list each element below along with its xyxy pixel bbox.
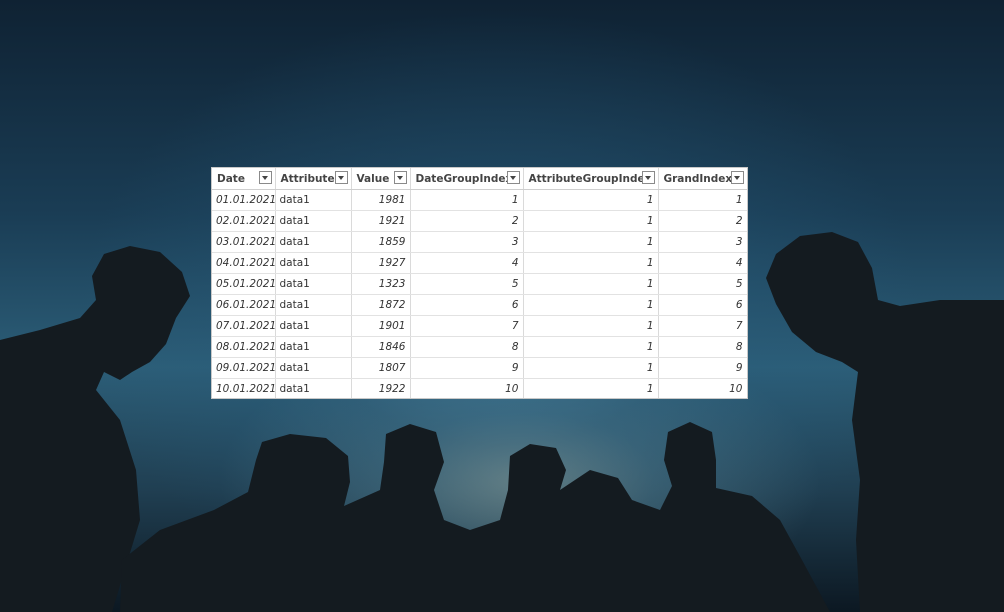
column-header-grandIndex[interactable]: GrandIndex [658, 168, 747, 190]
cell-date: 05.01.2021 [212, 273, 276, 295]
table-row[interactable]: 08.01.2021 data1 1846 8 1 8 [212, 336, 747, 358]
cell-dateGroupIndex: 6 [410, 294, 524, 316]
cell-grandIndex: 8 [658, 336, 747, 358]
cell-date: 09.01.2021 [212, 357, 276, 379]
column-header-label: Attribute [280, 172, 335, 185]
cell-attributeGroupIndex: 1 [523, 273, 659, 295]
cell-date: 06.01.2021 [212, 294, 276, 316]
table-row[interactable]: 04.01.2021 data1 1927 4 1 4 [212, 252, 747, 274]
cell-grandIndex: 4 [658, 252, 747, 274]
cell-date: 10.01.2021 [212, 378, 276, 398]
table-row[interactable]: 07.01.2021 data1 1901 7 1 7 [212, 315, 747, 337]
column-header-attributeGroupIndex[interactable]: AttributeGroupIndex [523, 168, 659, 190]
cell-date: 07.01.2021 [212, 315, 276, 337]
table-row[interactable]: 01.01.2021 data1 1981 1 1 1 [212, 189, 747, 211]
cell-attributeGroupIndex: 1 [523, 336, 659, 358]
data-table: Date Attribute Value DateGroupIndex Attribut… [212, 168, 747, 398]
table-row[interactable]: 05.01.2021 data1 1323 5 1 5 [212, 273, 747, 295]
cell-attribute: data1 [275, 336, 352, 358]
cell-value: 1901 [351, 315, 411, 337]
cell-attribute: data1 [275, 315, 352, 337]
silhouette-right-person [766, 232, 1004, 612]
header-row: Date Attribute Value DateGroupIndex Attribut… [212, 168, 747, 190]
cell-attribute: data1 [275, 189, 352, 211]
cell-grandIndex: 5 [658, 273, 747, 295]
cell-attribute: data1 [275, 294, 352, 316]
cell-value: 1323 [351, 273, 411, 295]
cell-attribute: data1 [275, 231, 352, 253]
cell-attributeGroupIndex: 1 [523, 189, 659, 211]
cell-dateGroupIndex: 9 [410, 357, 524, 379]
filter-dropdown-icon[interactable] [258, 171, 272, 184]
table-body: 01.01.2021 data1 1981 1 1 1 02.01.2021 data1 192… [212, 189, 747, 398]
column-header-value[interactable]: Value [351, 168, 411, 190]
cell-dateGroupIndex: 2 [410, 210, 524, 232]
cell-grandIndex: 7 [658, 315, 747, 337]
cell-attributeGroupIndex: 1 [523, 294, 659, 316]
cell-date: 04.01.2021 [212, 252, 276, 274]
cell-grandIndex: 9 [658, 357, 747, 379]
filter-dropdown-icon[interactable] [393, 171, 407, 184]
cell-date: 02.01.2021 [212, 210, 276, 232]
cell-value: 1981 [351, 189, 411, 211]
cell-value: 1846 [351, 336, 411, 358]
cell-dateGroupIndex: 5 [410, 273, 524, 295]
cell-dateGroupIndex: 7 [410, 315, 524, 337]
cell-attributeGroupIndex: 1 [523, 210, 659, 232]
filter-dropdown-icon[interactable] [730, 171, 744, 184]
filter-dropdown-icon[interactable] [334, 171, 348, 184]
column-header-label: AttributeGroupIndex [528, 172, 652, 185]
cell-value: 1921 [351, 210, 411, 232]
cell-grandIndex: 1 [658, 189, 747, 211]
column-header-label: Value [356, 172, 390, 185]
cell-value: 1927 [351, 252, 411, 274]
cell-attribute: data1 [275, 357, 352, 379]
filter-dropdown-icon[interactable] [506, 171, 520, 184]
cell-value: 1859 [351, 231, 411, 253]
cell-date: 08.01.2021 [212, 336, 276, 358]
table-row[interactable]: 09.01.2021 data1 1807 9 1 9 [212, 357, 747, 379]
table-row[interactable]: 03.01.2021 data1 1859 3 1 3 [212, 231, 747, 253]
filter-dropdown-icon[interactable] [641, 171, 655, 184]
cell-grandIndex: 10 [658, 378, 747, 398]
table-row[interactable]: 02.01.2021 data1 1921 2 1 2 [212, 210, 747, 232]
cell-dateGroupIndex: 8 [410, 336, 524, 358]
column-header-attribute[interactable]: Attribute [275, 168, 352, 190]
silhouette-middle-group [120, 422, 830, 612]
cell-attributeGroupIndex: 1 [523, 378, 659, 398]
column-header-date[interactable]: Date [212, 168, 276, 190]
column-header-label: Date [217, 172, 245, 185]
cell-attribute: data1 [275, 252, 352, 274]
cell-dateGroupIndex: 1 [410, 189, 524, 211]
cell-dateGroupIndex: 10 [410, 378, 524, 398]
column-header-dateGroupIndex[interactable]: DateGroupIndex [410, 168, 524, 190]
cell-date: 03.01.2021 [212, 231, 276, 253]
cell-attribute: data1 [275, 210, 352, 232]
cell-attributeGroupIndex: 1 [523, 252, 659, 274]
cell-value: 1872 [351, 294, 411, 316]
cell-grandIndex: 6 [658, 294, 747, 316]
cell-dateGroupIndex: 4 [410, 252, 524, 274]
cell-grandIndex: 3 [658, 231, 747, 253]
cell-dateGroupIndex: 3 [410, 231, 524, 253]
table-row[interactable]: 06.01.2021 data1 1872 6 1 6 [212, 294, 747, 316]
cell-attributeGroupIndex: 1 [523, 315, 659, 337]
column-header-label: GrandIndex [663, 172, 733, 185]
cell-attribute: data1 [275, 378, 352, 398]
cell-attributeGroupIndex: 1 [523, 231, 659, 253]
table-row[interactable]: 10.01.2021 data1 1922 10 1 10 [212, 378, 747, 398]
column-header-label: DateGroupIndex [415, 172, 513, 185]
cell-date: 01.01.2021 [212, 189, 276, 211]
cell-value: 1922 [351, 378, 411, 398]
cell-value: 1807 [351, 357, 411, 379]
cell-grandIndex: 2 [658, 210, 747, 232]
data-table-window: Date Attribute Value DateGroupIndex Attribut… [211, 167, 748, 399]
cell-attributeGroupIndex: 1 [523, 357, 659, 379]
cell-attribute: data1 [275, 273, 352, 295]
